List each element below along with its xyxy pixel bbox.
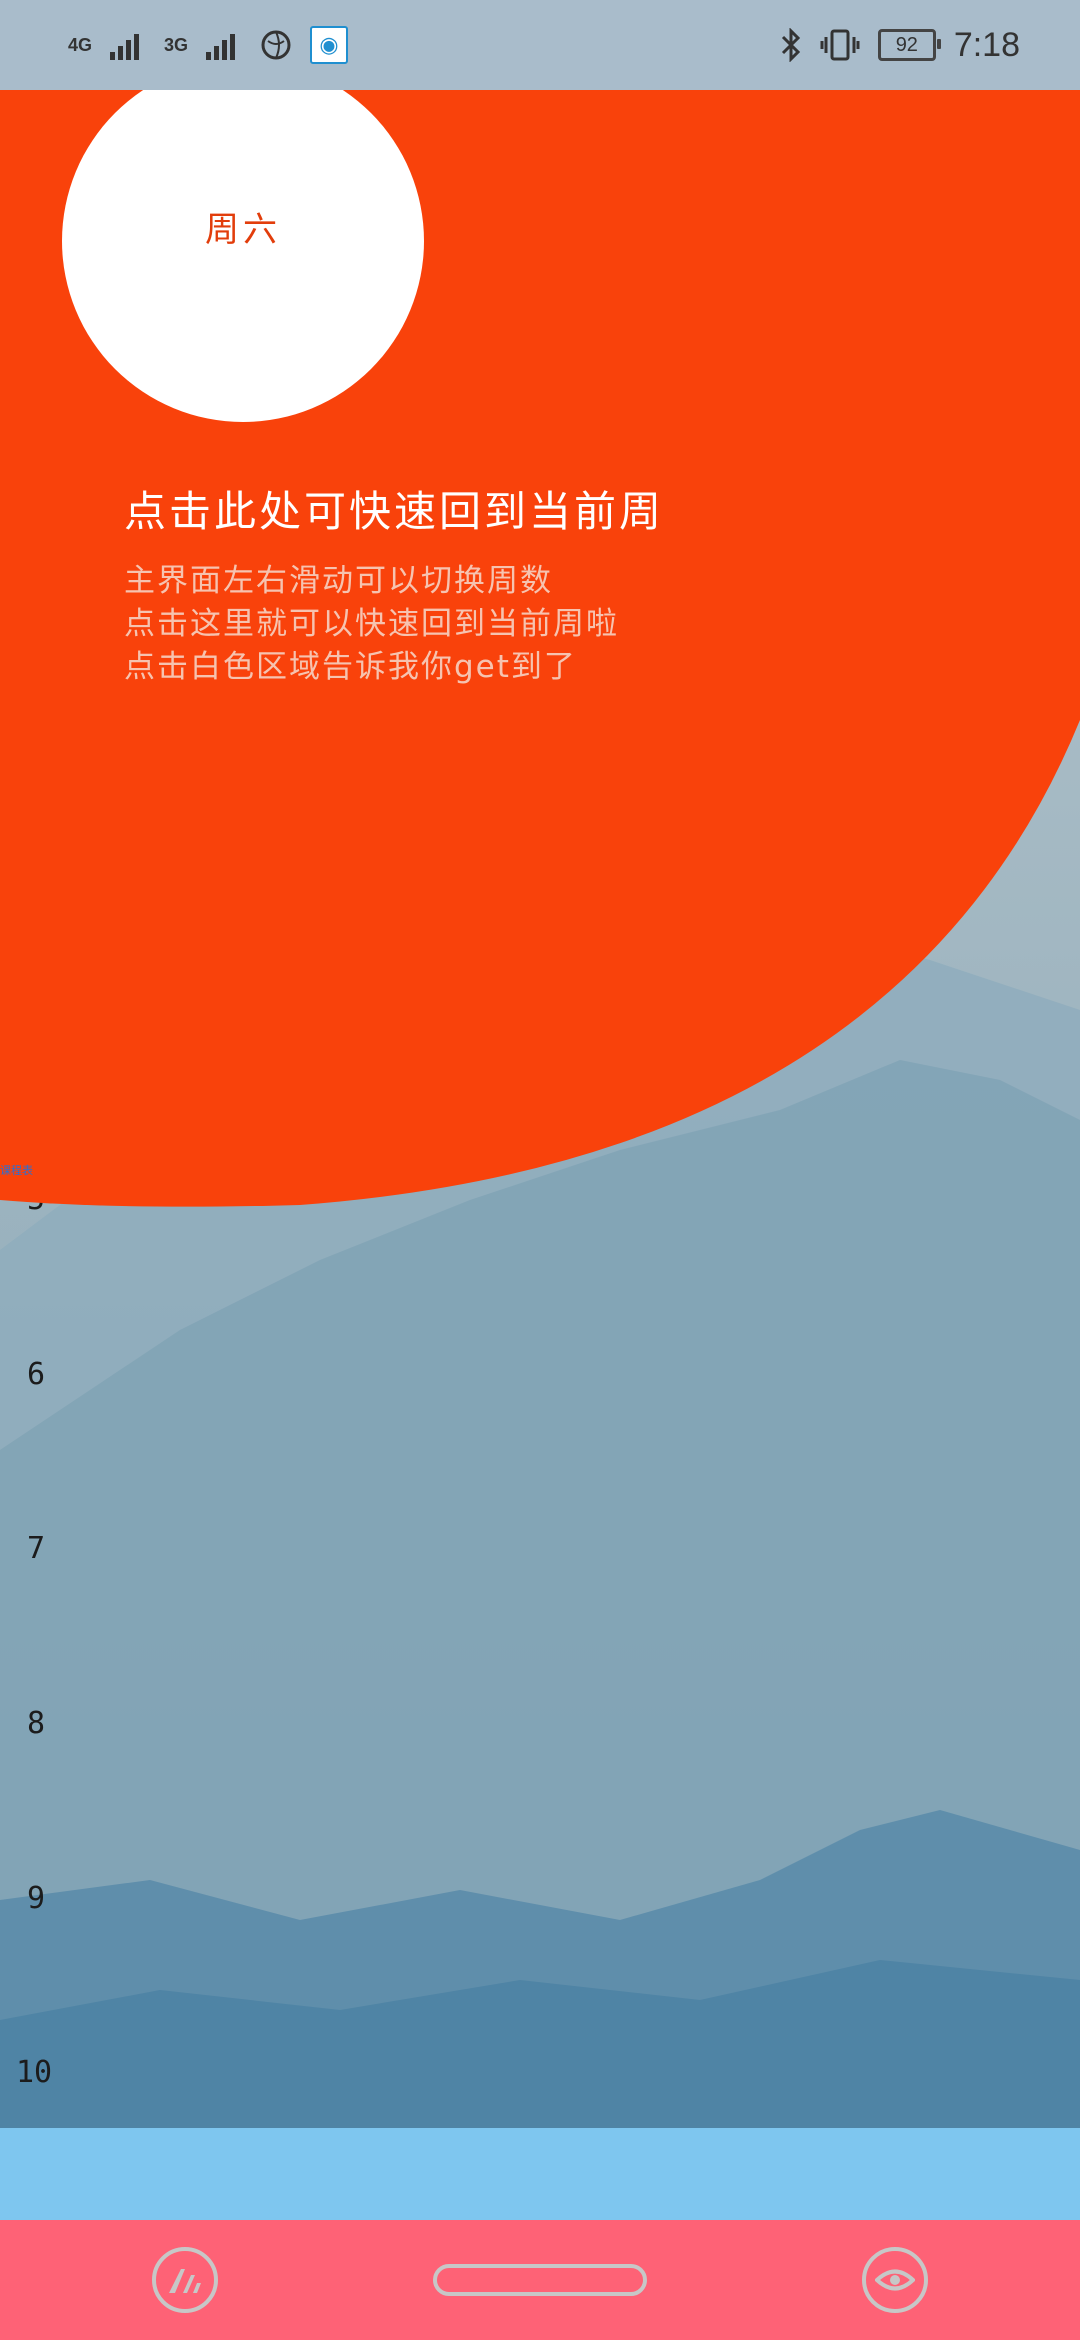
period-number: 5 [26,1182,46,1217]
schedule-view[interactable]: 5 6 7 8 9 10 [0,90,1080,2220]
status-right: 92 7:18 [780,26,1020,65]
app-logo-icon[interactable] [152,2247,218,2313]
period-number: 10 [15,2055,53,2090]
guide-title: 点击此处可快速回到当前周 [124,487,665,536]
clock: 7:18 [953,25,1020,64]
bottom-strip [0,2128,1080,2220]
eye-glyph [875,2269,915,2291]
period-number: 8 [26,1706,46,1741]
status-left: 4G 3G ◉ [68,26,349,64]
bluetooth-icon [781,28,800,62]
vibrate-icon [820,29,860,61]
signal-icon [110,34,140,60]
guide-line: 点击这里就可以快速回到当前周啦 [124,606,619,642]
spotlight-target[interactable]: 周六 [62,60,424,422]
battery-level: 92 [895,33,918,56]
network-type-1: 4G [68,35,93,55]
tiny-tag: 课程表 [0,1164,33,1177]
guide-description: 主界面左右滑动可以切换周数 点击这里就可以快速回到当前周啦 点击白色区域告诉我你… [124,560,619,689]
app-notification-icon: ◉ [310,26,349,64]
home-pill[interactable] [433,2264,647,2296]
guide-line: 点击白色区域告诉我你get到了 [124,649,577,685]
network-type-2: 3G [164,35,189,55]
vpn-globe-icon [261,30,291,60]
guide-line: 主界面左右滑动可以切换周数 [124,563,553,599]
period-number: 9 [26,1881,46,1916]
signal-icon [206,34,236,60]
battery-icon: 92 [877,29,941,61]
spotlight-label: 周六 [205,209,281,250]
app-logo-glyph [169,2269,201,2293]
navigation-bar [0,2220,1080,2340]
eye-icon[interactable] [862,2247,928,2313]
status-bar: 4G 3G ◉ 92 7:18 [0,0,1080,90]
period-number: 6 [26,1357,46,1392]
period-number: 7 [26,1531,46,1566]
